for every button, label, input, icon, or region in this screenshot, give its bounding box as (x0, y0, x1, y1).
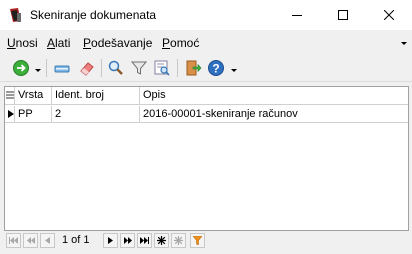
nav-prev-page-button[interactable] (23, 233, 38, 248)
next-icon (108, 237, 113, 244)
toolbar: ? (0, 54, 412, 82)
toolbar-separator (46, 59, 47, 77)
search-button[interactable] (105, 57, 127, 79)
last-page-icon (140, 237, 149, 244)
menu-overflow-arrow-icon[interactable] (401, 42, 407, 45)
help-button[interactable]: ? (205, 57, 227, 79)
help-icon: ? (208, 60, 224, 76)
cell-vrsta[interactable]: PP (15, 106, 52, 123)
menu-podesavanje-rest: odešavanje (91, 36, 153, 50)
magnifier-icon (108, 60, 123, 75)
maximize-icon (338, 10, 348, 20)
toolbar-separator (177, 59, 178, 77)
erase-button[interactable] (76, 57, 98, 79)
record-position: 1 of 1 (62, 234, 90, 246)
exit-button[interactable] (182, 57, 204, 79)
close-icon (384, 10, 394, 20)
prev-icon (45, 237, 50, 244)
column-header-ident-broj[interactable]: Ident. broj (52, 87, 140, 105)
close-button[interactable] (366, 0, 412, 30)
menu-unosi-accel: U (7, 36, 16, 50)
help-dropdown-arrow-icon[interactable] (231, 69, 237, 72)
minimize-button[interactable] (274, 0, 320, 30)
next-page-icon (123, 237, 132, 244)
window-title: Skeniranje dokumenata (30, 8, 157, 22)
menu-podesavanje[interactable]: Podešavanje (83, 36, 152, 50)
menu-unosi[interactable]: Unosi (7, 36, 38, 50)
add-dropdown-arrow-icon[interactable] (35, 69, 41, 72)
asterisk-icon (157, 236, 166, 245)
menu-alati[interactable]: Alati (47, 36, 70, 50)
svg-text:?: ? (212, 62, 219, 76)
menu-pomoc[interactable]: Pomoć (162, 36, 199, 50)
minimize-icon (292, 15, 302, 16)
add-button[interactable] (10, 57, 32, 79)
documents-grid[interactable]: Vrsta Ident. broj Opis PP 2 2016-00001-s… (4, 86, 409, 231)
scan-button[interactable] (51, 57, 73, 79)
grid-header: Vrsta Ident. broj Opis (5, 87, 408, 105)
maximize-button[interactable] (320, 0, 366, 30)
menu-pomoc-rest: omoć (170, 36, 200, 50)
eraser-icon (80, 62, 94, 76)
exit-door-icon (186, 60, 202, 76)
grid-corner[interactable] (5, 87, 15, 105)
find-replace-button[interactable] (151, 57, 173, 79)
nav-first-page-button[interactable] (6, 233, 21, 248)
nav-next-page-button[interactable] (120, 233, 135, 248)
nav-prev-button[interactable] (40, 233, 55, 248)
column-header-vrsta[interactable]: Vrsta (15, 87, 52, 105)
menu-alati-rest: lati (55, 36, 71, 50)
table-row[interactable]: PP 2 2016-00001-skeniranje računov (5, 106, 408, 123)
current-row-arrow-icon (8, 110, 14, 118)
record-navigator: 1 of 1 (4, 231, 409, 250)
prev-page-icon (26, 237, 35, 244)
row-indicator[interactable] (5, 106, 15, 123)
nav-filter-button[interactable] (190, 233, 205, 248)
column-header-opis[interactable]: Opis (140, 87, 408, 105)
application-window: Skeniranje dokumenata Unosi Alati Podeša… (0, 0, 412, 254)
filter-funnel-icon (130, 61, 148, 75)
column-chooser-icon (6, 91, 14, 99)
scanner-icon (54, 65, 70, 73)
filter-button[interactable] (128, 57, 150, 79)
nav-last-page-button[interactable] (137, 233, 152, 248)
title-bar: Skeniranje dokumenata (0, 0, 412, 30)
cell-opis[interactable]: 2016-00001-skeniranje računov (140, 106, 408, 123)
cell-ident-broj[interactable]: 2 (52, 106, 140, 123)
filter-funnel-icon (193, 236, 202, 245)
asterisk-edit-icon (174, 236, 183, 245)
menu-alati-accel: A (47, 36, 56, 50)
menu-podesavanje-accel: P (83, 36, 92, 50)
menu-unosi-rest: nosi (15, 36, 38, 50)
toolbar-separator (101, 59, 102, 77)
menu-pomoc-accel: P (162, 36, 171, 50)
add-green-circle-icon (13, 60, 29, 76)
menu-bar: Unosi Alati Podešavanje Pomoć (0, 32, 412, 52)
scanner-app-icon (10, 8, 21, 22)
first-page-icon (9, 237, 18, 244)
find-replace-icon (154, 60, 170, 76)
nav-next-button[interactable] (103, 233, 118, 248)
nav-edit-button[interactable] (171, 233, 186, 248)
nav-append-button[interactable] (154, 233, 169, 248)
